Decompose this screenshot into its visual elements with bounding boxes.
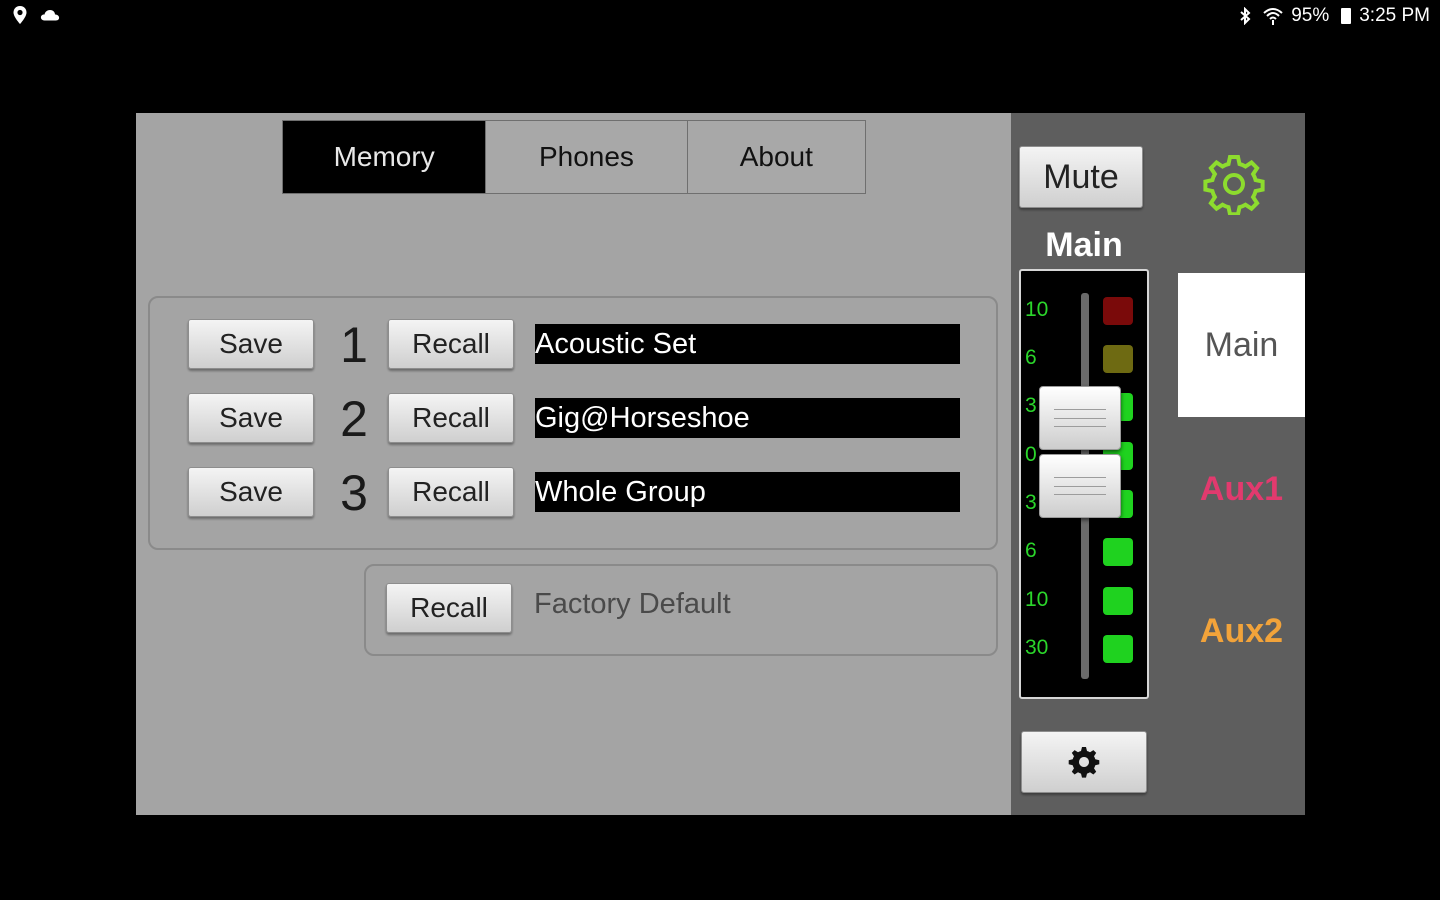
slot-name-field-3[interactable]: Whole Group	[535, 472, 960, 512]
bluetooth-icon	[1235, 6, 1255, 26]
scale-label-minus-3: 3	[1025, 491, 1037, 514]
bus-tab-aux2[interactable]: Aux2	[1178, 559, 1305, 703]
save-button-2[interactable]: Save	[188, 393, 314, 443]
status-bar: 95% 3:25 PM	[0, 0, 1440, 30]
save-button-3[interactable]: Save	[188, 467, 314, 517]
scale-label-6: 6	[1025, 346, 1037, 369]
cloud-icon	[40, 5, 60, 25]
memory-slot-3: Save 3 Recall Whole Group	[150, 465, 996, 521]
status-bar-left	[10, 5, 60, 25]
tab-phones[interactable]: Phones	[486, 121, 688, 193]
bus-tab-main[interactable]: Main	[1178, 273, 1305, 417]
slot-name-field-1[interactable]: Acoustic Set	[535, 324, 960, 364]
meter-led-7	[1103, 587, 1133, 615]
memory-panel: Memory Phones About Save 1 Recall Acoust…	[136, 113, 1011, 815]
bus-tab-aux1[interactable]: Aux1	[1178, 417, 1305, 561]
memory-slots-group: Save 1 Recall Acoustic Set Save 2 Recall…	[148, 296, 998, 550]
scale-label-minus-30: 30	[1025, 636, 1049, 659]
fader-knob-lower[interactable]	[1039, 454, 1121, 518]
slot-name-field-2[interactable]: Gig@Horseshoe	[535, 398, 960, 438]
channel-label: Main	[1045, 226, 1123, 264]
factory-recall-button[interactable]: Recall	[386, 583, 512, 633]
memory-slot-2: Save 2 Recall Gig@Horseshoe	[150, 391, 996, 447]
slot-number-1: 1	[340, 317, 368, 373]
location-icon	[10, 5, 30, 25]
settings-gear-icon[interactable]	[1203, 153, 1265, 217]
meter-led-8	[1103, 635, 1133, 663]
factory-default-label: Factory Default	[534, 588, 731, 620]
slot-number-3: 3	[340, 465, 368, 521]
meter-led-1	[1103, 297, 1133, 325]
status-bar-right: 95% 3:25 PM	[1235, 5, 1430, 27]
meter-led-2	[1103, 345, 1133, 373]
factory-default-group: Recall Factory Default	[364, 564, 998, 656]
scale-label-0: 0	[1025, 443, 1037, 466]
save-button-1[interactable]: Save	[188, 319, 314, 369]
recall-button-2[interactable]: Recall	[388, 393, 514, 443]
meter-led-6	[1103, 538, 1133, 566]
tab-memory[interactable]: Memory	[283, 121, 487, 193]
battery-percent: 95%	[1291, 5, 1330, 26]
main-fader: 10 6 3 0 3 6 10 30	[1019, 269, 1149, 699]
gear-icon	[1068, 746, 1100, 778]
tab-bar: Memory Phones About	[282, 120, 866, 194]
tab-about[interactable]: About	[687, 121, 865, 193]
scale-label-minus-6: 6	[1025, 539, 1037, 562]
app-window: Memory Phones About Save 1 Recall Acoust…	[136, 113, 1305, 815]
channel-settings-button[interactable]	[1021, 731, 1147, 793]
scale-label-3: 3	[1025, 394, 1037, 417]
clock: 3:25 PM	[1359, 5, 1430, 26]
scale-label-minus-10: 10	[1025, 588, 1049, 611]
wifi-icon	[1263, 6, 1283, 26]
memory-slot-1: Save 1 Recall Acoustic Set	[150, 317, 996, 373]
mute-button[interactable]: Mute	[1019, 146, 1143, 208]
slot-number-2: 2	[340, 391, 368, 447]
recall-button-3[interactable]: Recall	[388, 467, 514, 517]
recall-button-1[interactable]: Recall	[388, 319, 514, 369]
scale-label-10: 10	[1025, 298, 1049, 321]
mixer-panel: Mute Main 10 6 3 0 3 6 10 30 Main Aux1 A…	[1011, 113, 1305, 815]
battery-icon	[1341, 8, 1352, 24]
fader-knob-upper[interactable]	[1039, 386, 1121, 450]
